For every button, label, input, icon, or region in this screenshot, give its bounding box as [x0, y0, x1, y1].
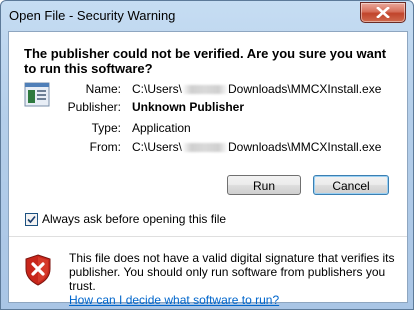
- close-icon: [376, 7, 390, 18]
- from-value: C:\Users\ Downloads\MMCXInstall.exe: [132, 140, 382, 154]
- publisher-row: Publisher: Unknown Publisher: [9, 100, 407, 116]
- publisher-value: Unknown Publisher: [132, 100, 245, 114]
- type-value: Application: [132, 121, 191, 135]
- name-row: Name: C:\Users\ Downloads\MMCXInstall.exe: [9, 82, 407, 98]
- window-title: Open File - Security Warning: [9, 8, 176, 23]
- redacted-username: [182, 85, 229, 94]
- cancel-button[interactable]: Cancel: [313, 175, 389, 195]
- warning-text: This file does not have a valid digital …: [69, 251, 395, 293]
- dialog-body: The publisher could not be verified. Are…: [8, 31, 408, 307]
- name-value: C:\Users\ Downloads\MMCXInstall.exe: [132, 82, 382, 96]
- warning-area: This file does not have a valid digital …: [9, 237, 407, 307]
- always-ask-label[interactable]: Always ask before opening this file: [42, 212, 226, 226]
- redacted-username: [182, 143, 229, 152]
- warning-message: This file does not have a valid digital …: [69, 251, 399, 307]
- checkmark-icon: [27, 215, 36, 224]
- run-button[interactable]: Run: [227, 175, 301, 195]
- help-link[interactable]: How can I decide what software to run?: [69, 293, 279, 307]
- from-row: From: C:\Users\ Downloads\MMCXInstall.exe: [9, 140, 407, 156]
- always-ask-checkbox[interactable]: [25, 213, 38, 226]
- title-bar[interactable]: Open File - Security Warning: [1, 1, 413, 31]
- type-row: Type: Application: [9, 121, 407, 137]
- name-label: Name:: [85, 82, 121, 96]
- shield-error-icon: [25, 254, 51, 286]
- from-label: From:: [89, 140, 121, 154]
- type-label: Type:: [91, 121, 121, 135]
- dialog-window: Open File - Security Warning The publish…: [0, 0, 414, 310]
- publisher-label: Publisher:: [67, 100, 121, 114]
- warning-heading: The publisher could not be verified. Are…: [24, 46, 387, 76]
- close-button[interactable]: [360, 2, 406, 23]
